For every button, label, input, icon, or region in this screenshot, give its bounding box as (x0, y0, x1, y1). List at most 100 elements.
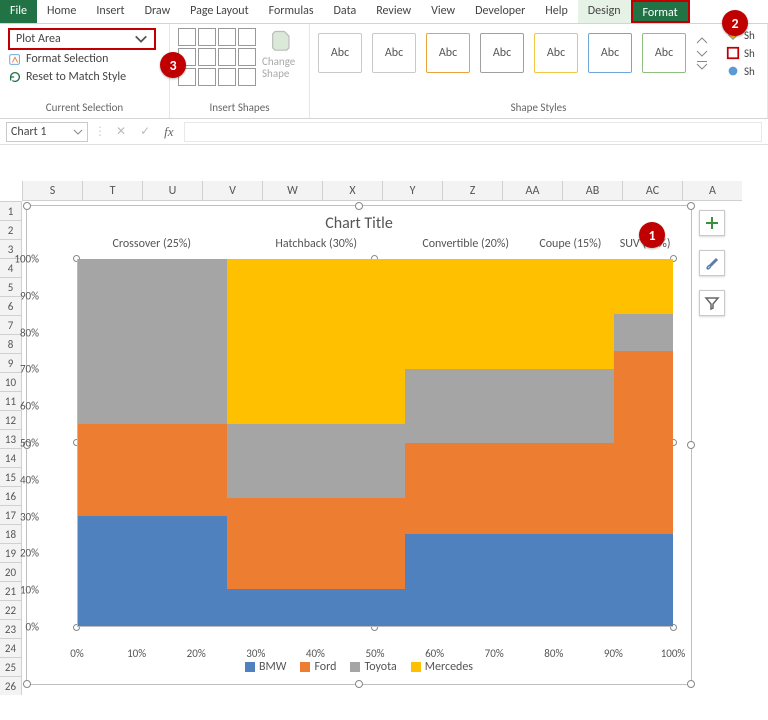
series-ford-seg[interactable] (614, 351, 674, 535)
series-toyota-seg[interactable] (614, 314, 674, 351)
row-head[interactable]: 13 (0, 429, 22, 448)
formula-input[interactable] (184, 122, 762, 142)
series-mercedes-seg[interactable] (614, 259, 674, 314)
tab-data[interactable]: Data (324, 0, 367, 23)
tab-home[interactable]: Home (37, 0, 86, 23)
series-mercedes-seg[interactable] (524, 259, 613, 369)
row-head[interactable]: 25 (0, 657, 22, 676)
row-head[interactable]: 10 (0, 372, 22, 391)
col-head[interactable]: X (322, 181, 382, 201)
row-head[interactable]: 6 (0, 296, 22, 315)
row-head[interactable]: 8 (0, 334, 22, 353)
chart-legend[interactable]: BMW Ford Toyota Mercedes (27, 654, 691, 678)
shape-style-7[interactable]: Abc (642, 33, 686, 73)
fx-icon[interactable]: fx (160, 124, 177, 140)
row-head[interactable]: 23 (0, 619, 22, 638)
chart-add-element-button[interactable] (699, 210, 725, 236)
row-head[interactable]: 24 (0, 638, 22, 657)
legend-item-mercedes[interactable]: Mercedes (411, 660, 473, 674)
col-head[interactable]: Y (382, 181, 442, 201)
tab-review[interactable]: Review (366, 0, 421, 23)
row-head[interactable]: 14 (0, 448, 22, 467)
worksheet[interactable]: STUVWXYZAAABACA 123456789101112131415161… (0, 181, 768, 695)
series-ford-seg[interactable] (524, 443, 613, 535)
shape-style-2[interactable]: Abc (372, 33, 416, 73)
row-head[interactable]: 9 (0, 353, 22, 372)
tab-format[interactable]: Format (631, 0, 690, 23)
shape-style-more[interactable] (696, 36, 708, 70)
col-head[interactable]: AB (562, 181, 622, 201)
row-head[interactable]: 26 (0, 676, 22, 695)
shape-style-1[interactable]: Abc (318, 33, 362, 73)
tab-design[interactable]: Design (578, 0, 631, 23)
row-head[interactable]: 17 (0, 505, 22, 524)
row-head[interactable]: 12 (0, 410, 22, 429)
chart-styles-button[interactable] (699, 250, 725, 276)
shape-effects-button[interactable]: Sh (726, 64, 755, 78)
series-ford-seg[interactable] (78, 424, 227, 516)
shapes-gallery[interactable] (178, 28, 256, 86)
col-head[interactable]: S (22, 181, 82, 201)
col-head[interactable]: U (142, 181, 202, 201)
series-mercedes-seg[interactable] (227, 259, 406, 424)
name-box[interactable]: Chart 1 (6, 122, 88, 142)
chart-object[interactable]: 1 Chart Title Crossover (25%)Hatchback (… (26, 205, 692, 685)
series-toyota-seg[interactable] (78, 259, 227, 424)
col-head[interactable]: Z (442, 181, 502, 201)
row-head[interactable]: 5 (0, 277, 22, 296)
chart-title[interactable]: Chart Title (27, 206, 691, 237)
column-headers[interactable]: STUVWXYZAAABACA (22, 181, 768, 201)
series-mercedes-seg[interactable] (405, 259, 524, 369)
tab-developer[interactable]: Developer (465, 0, 535, 23)
series-bmw-seg[interactable] (405, 534, 524, 626)
chart-element-dropdown[interactable]: Plot Area (8, 28, 156, 50)
format-selection-button[interactable]: Format Selection (8, 50, 161, 68)
row-headers[interactable]: 1234567891011121314151617181920212223242… (0, 201, 22, 695)
series-bmw-seg[interactable] (614, 534, 674, 626)
series-bmw-seg[interactable] (524, 534, 613, 626)
tab-view[interactable]: View (421, 0, 465, 23)
col-head[interactable]: AA (502, 181, 562, 201)
tab-draw[interactable]: Draw (135, 0, 181, 23)
row-head[interactable]: 21 (0, 581, 22, 600)
series-bmw-seg[interactable] (78, 516, 227, 626)
shape-outline-button[interactable]: Sh (726, 46, 755, 60)
series-toyota-seg[interactable] (405, 369, 524, 442)
series-ford-seg[interactable] (405, 443, 524, 535)
series-toyota-seg[interactable] (227, 424, 406, 497)
legend-item-ford[interactable]: Ford (300, 660, 336, 674)
col-head[interactable]: W (262, 181, 322, 201)
tab-help[interactable]: Help (535, 0, 578, 23)
row-head[interactable]: 19 (0, 543, 22, 562)
shape-style-4[interactable]: Abc (480, 33, 524, 73)
chart-filter-button[interactable] (699, 290, 725, 316)
series-toyota-seg[interactable] (524, 369, 613, 442)
row-head[interactable]: 18 (0, 524, 22, 543)
reset-match-style-button[interactable]: Reset to Match Style (8, 68, 161, 86)
row-head[interactable]: 7 (0, 315, 22, 334)
plot-area[interactable]: 0%10%20%30%40%50%60%70%80%90%100% 0%10%2… (77, 259, 673, 627)
tab-pagelayout[interactable]: Page Layout (180, 0, 258, 23)
tab-insert[interactable]: Insert (86, 0, 134, 23)
tab-file[interactable]: File (0, 0, 37, 23)
row-head[interactable]: 1 (0, 201, 22, 220)
brush-icon (704, 255, 720, 271)
col-head[interactable]: V (202, 181, 262, 201)
row-head[interactable]: 11 (0, 391, 22, 410)
shape-style-3[interactable]: Abc (426, 33, 470, 73)
shape-style-6[interactable]: Abc (588, 33, 632, 73)
row-head[interactable]: 15 (0, 467, 22, 486)
legend-item-bmw[interactable]: BMW (245, 660, 286, 674)
series-ford-seg[interactable] (227, 498, 406, 590)
row-head[interactable]: 20 (0, 562, 22, 581)
col-head[interactable]: A (682, 181, 742, 201)
row-head[interactable]: 22 (0, 600, 22, 619)
col-head[interactable]: T (82, 181, 142, 201)
shape-style-5[interactable]: Abc (534, 33, 578, 73)
legend-item-toyota[interactable]: Toyota (350, 660, 396, 674)
col-head[interactable]: AC (622, 181, 682, 201)
series-bmw-seg[interactable] (227, 589, 406, 626)
row-head[interactable]: 16 (0, 486, 22, 505)
row-head[interactable]: 2 (0, 220, 22, 239)
tab-formulas[interactable]: Formulas (259, 0, 324, 23)
